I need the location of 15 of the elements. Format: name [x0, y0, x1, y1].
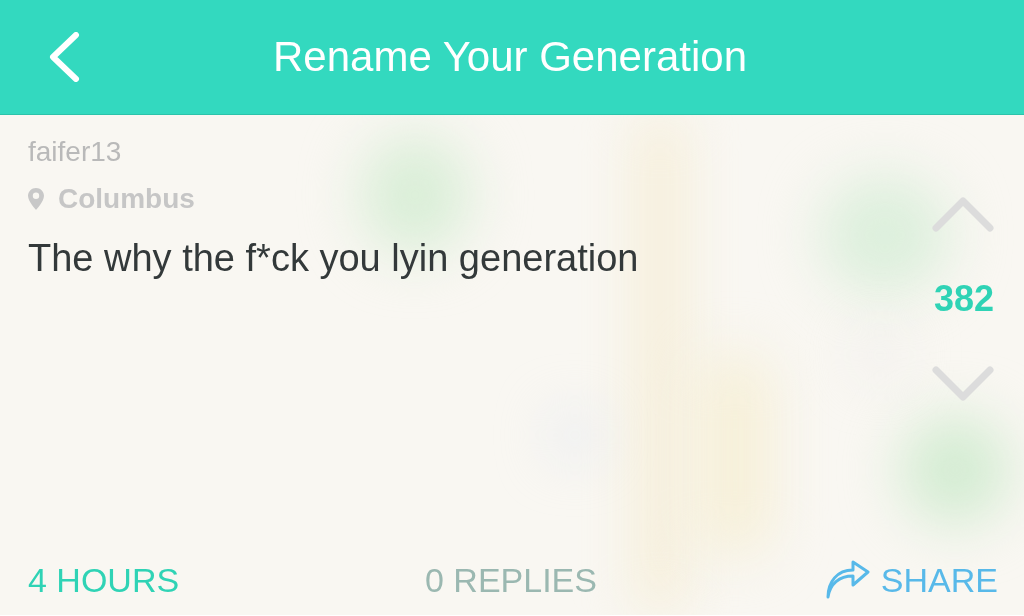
- back-chevron-icon: [48, 32, 80, 82]
- share-button[interactable]: SHARE: [824, 560, 998, 600]
- username: faifer13: [28, 135, 122, 169]
- downvote-button[interactable]: [932, 366, 994, 402]
- vote-score: 382: [933, 279, 994, 319]
- down-chevron-icon: [932, 366, 994, 402]
- back-button[interactable]: [48, 32, 80, 82]
- up-chevron-icon: [932, 196, 994, 232]
- location-pin-icon: [28, 188, 44, 210]
- post-age: 4 HOURS: [28, 560, 180, 600]
- post-message: The why the f*ck you lyin generation: [28, 236, 639, 280]
- share-arrow-icon: [824, 560, 871, 600]
- screen-title: Rename Your Generation: [273, 33, 747, 81]
- upvote-button[interactable]: [932, 196, 994, 232]
- replies-link[interactable]: 0 REPLIES: [425, 560, 597, 600]
